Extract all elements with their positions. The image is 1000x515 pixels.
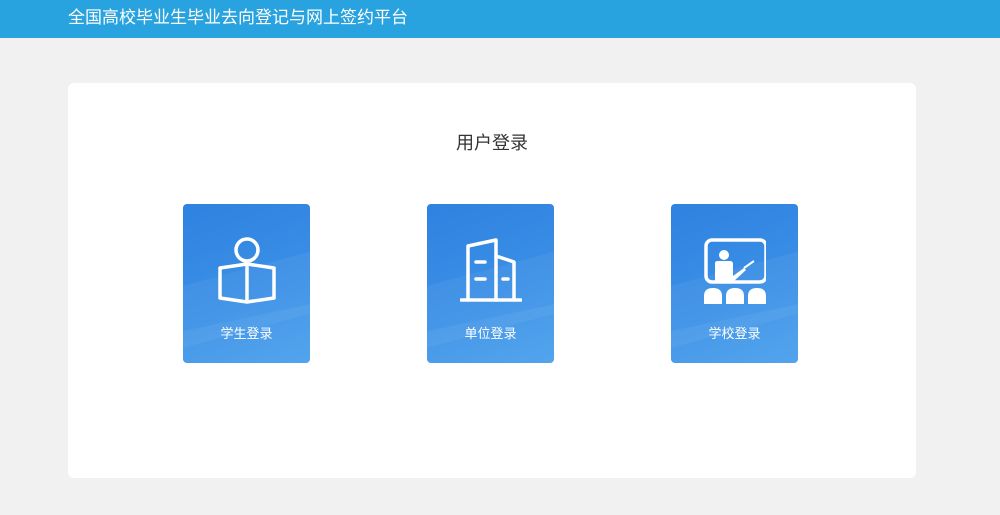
school-login-label: 学校登录 (708, 327, 761, 342)
company-login-label: 单位登录 (464, 327, 517, 342)
teacher-classroom-icon (704, 238, 766, 304)
company-login-button[interactable]: 单位登录 (427, 204, 554, 363)
student-login-label: 学生登录 (220, 327, 273, 342)
top-header: 全国高校毕业生毕业去向登记与网上签约平台 (0, 0, 1000, 38)
site-title: 全国高校毕业生毕业去向登记与网上签约平台 (68, 8, 408, 28)
page-title: 用户登录 (456, 133, 528, 154)
building-icon (460, 238, 522, 302)
school-login-button[interactable]: 学校登录 (671, 204, 798, 363)
student-reading-icon (218, 237, 276, 304)
student-login-button[interactable]: 学生登录 (183, 204, 310, 363)
login-panel: 用户登录 学生登录 单位登录 学校登录 (68, 83, 916, 478)
